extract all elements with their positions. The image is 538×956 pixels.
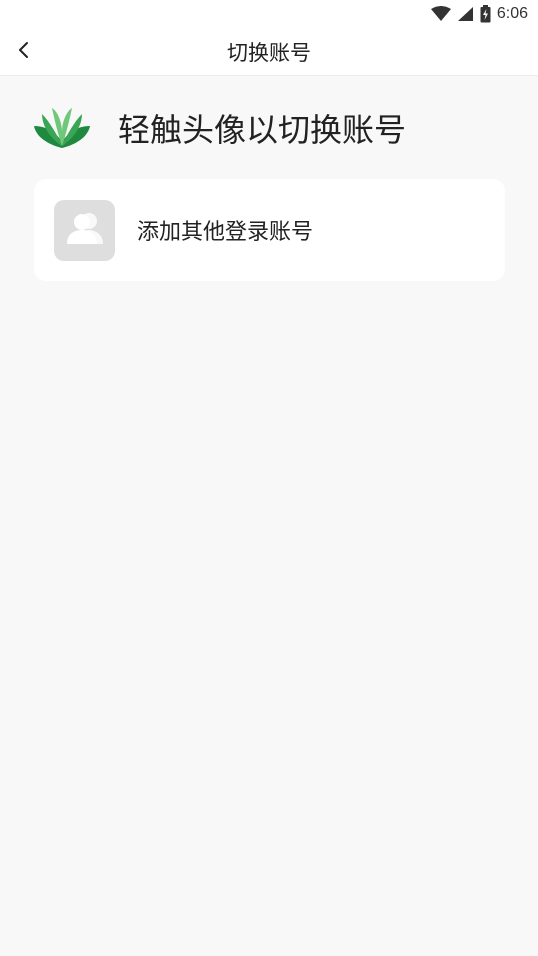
wifi-icon [430,6,451,22]
avatar [54,199,115,261]
status-bar: 6:06 [0,0,538,28]
cell-signal-icon [457,6,474,22]
book-logo-icon [32,104,92,152]
battery-charging-icon [480,5,491,23]
hint-text: 轻触头像以切换账号 [118,111,407,149]
app-bar: 切换账号 [0,28,538,76]
add-account-button[interactable]: 添加其他登录账号 [34,179,505,281]
page-title: 切换账号 [227,41,311,65]
status-time: 6:06 [496,5,528,22]
add-account-label: 添加其他登录账号 [137,220,314,245]
user-group-placeholder-icon [65,210,105,250]
switch-hint: 轻触头像以切换账号 [32,104,406,152]
